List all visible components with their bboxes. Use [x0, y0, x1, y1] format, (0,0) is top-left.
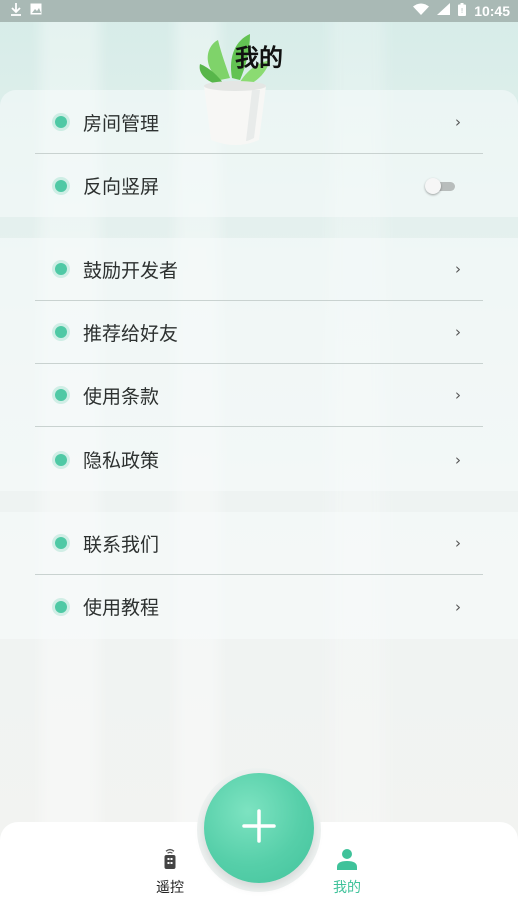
reverse-portrait-toggle[interactable]	[425, 177, 455, 194]
add-button[interactable]	[204, 773, 314, 883]
signal-icon	[437, 3, 451, 19]
menu-item-label: 隐私政策	[83, 450, 160, 472]
menu-item-recommend-friends[interactable]: 推荐给好友 ›	[35, 301, 483, 364]
user-icon	[336, 849, 358, 874]
menu-item-privacy-policy[interactable]: 隐私政策 ›	[35, 428, 483, 491]
menu-item-reverse-portrait: 反向竖屏	[35, 154, 483, 217]
chevron-right-icon: ›	[455, 323, 461, 341]
remote-control-icon	[162, 848, 178, 874]
plus-icon	[242, 809, 276, 847]
menu-item-encourage-developer[interactable]: 鼓励开发者 ›	[35, 238, 483, 301]
image-icon	[30, 3, 42, 19]
menu-item-tutorial[interactable]: 使用教程 ›	[35, 575, 483, 638]
wifi-icon	[413, 3, 430, 19]
download-icon	[10, 2, 22, 20]
bullet-dot-icon	[55, 116, 67, 128]
nav-tab-remote[interactable]: 遥控	[140, 848, 200, 897]
nav-tab-label: 我的	[333, 880, 361, 896]
bullet-dot-icon	[55, 263, 67, 275]
menu-item-label: 使用教程	[83, 597, 160, 619]
chevron-right-icon: ›	[455, 113, 461, 131]
nav-tab-mine[interactable]: 我的	[317, 848, 377, 897]
chevron-right-icon: ›	[455, 534, 461, 552]
chevron-right-icon: ›	[455, 450, 461, 469]
chevron-right-icon: ›	[455, 260, 461, 278]
menu-item-terms-of-use[interactable]: 使用条款 ›	[35, 364, 483, 427]
bullet-dot-icon	[55, 537, 67, 549]
bullet-dot-icon	[55, 179, 67, 192]
status-time: 10:45	[474, 3, 510, 19]
bullet-dot-icon	[55, 389, 67, 401]
bullet-dot-icon	[55, 453, 67, 466]
menu-item-contact-us[interactable]: 联系我们 ›	[35, 512, 483, 575]
chevron-right-icon: ›	[455, 597, 461, 616]
bullet-dot-icon	[55, 600, 67, 613]
bullet-dot-icon	[55, 326, 67, 338]
chevron-right-icon: ›	[455, 386, 461, 404]
svg-text:!: !	[461, 7, 464, 15]
menu-item-label: 反向竖屏	[83, 176, 160, 198]
page-title: 我的	[235, 44, 283, 72]
menu-item-label: 鼓励开发者	[83, 259, 179, 282]
toggle-knob	[425, 177, 441, 194]
nav-tab-label: 遥控	[156, 880, 184, 896]
menu-item-label: 使用条款	[83, 385, 160, 408]
status-bar: ! 10:45	[0, 0, 518, 22]
battery-icon: !	[458, 2, 467, 20]
menu-item-label: 推荐给好友	[83, 322, 179, 345]
menu-item-label: 联系我们	[83, 533, 160, 556]
